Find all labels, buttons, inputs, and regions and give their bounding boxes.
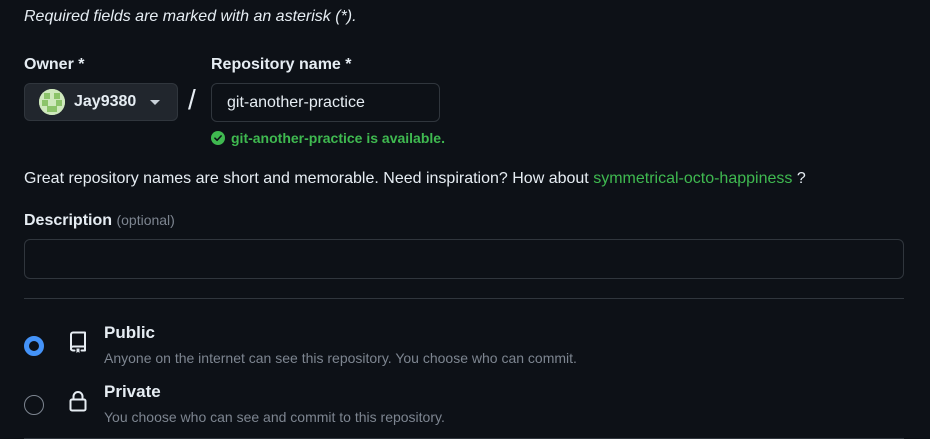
name-suggestion: Great repository names are short and mem… — [24, 170, 806, 188]
required-fields-note: Required fields are marked with an aster… — [24, 8, 357, 25]
description-input[interactable] — [24, 239, 904, 279]
description-label: Description (optional) — [24, 212, 175, 230]
availability-text: git-another-practice is available. — [231, 130, 445, 146]
public-description: Anyone on the internet can see this repo… — [104, 350, 577, 366]
avatar — [39, 89, 65, 115]
private-description: You choose who can see and commit to thi… — [104, 409, 445, 425]
public-radio[interactable] — [24, 336, 44, 356]
availability-message: git-another-practice is available. — [211, 130, 445, 146]
repo-icon — [70, 331, 86, 353]
repository-name-label: Repository name * — [211, 56, 352, 73]
optional-hint: (optional) — [116, 212, 175, 228]
chevron-down-icon — [150, 99, 161, 105]
check-circle-icon — [211, 131, 225, 145]
owner-select-button[interactable]: Jay9380 — [24, 83, 178, 121]
suggestion-end: ? — [792, 170, 806, 187]
private-title: Private — [104, 382, 161, 401]
owner-label: Owner * — [24, 56, 85, 73]
private-radio[interactable] — [24, 395, 44, 415]
suggestion-text: Great repository names are short and mem… — [24, 170, 594, 187]
lock-icon — [69, 390, 87, 412]
owner-name: Jay9380 — [74, 93, 137, 110]
section-divider — [24, 298, 904, 299]
public-title: Public — [104, 323, 156, 342]
repository-name-input[interactable] — [211, 83, 440, 122]
suggested-name-link[interactable]: symmetrical-octo-happiness — [593, 170, 792, 187]
description-label-text: Description — [24, 212, 113, 229]
owner-repo-separator: / — [188, 84, 196, 115]
new-repository-form: Required fields are marked with an aster… — [0, 0, 930, 439]
